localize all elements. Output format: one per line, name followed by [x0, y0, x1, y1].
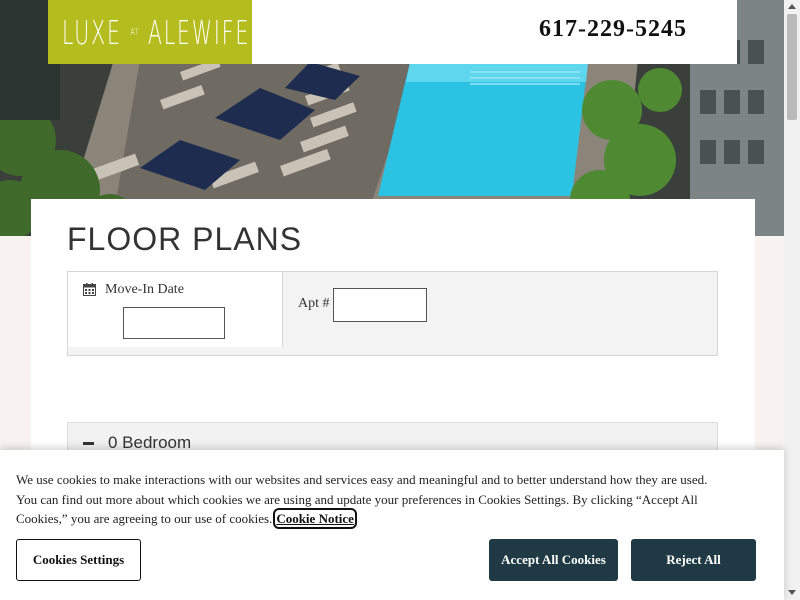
- logo-word-luxe: LUXE: [62, 12, 122, 52]
- scrollbar-thumb[interactable]: [787, 14, 797, 120]
- apartment-filter: Apt #: [283, 272, 717, 355]
- move-in-date-input[interactable]: [123, 307, 225, 339]
- accept-all-cookies-button[interactable]: Accept All Cookies: [489, 539, 618, 581]
- cookies-settings-button[interactable]: Cookies Settings: [16, 539, 141, 581]
- scroll-down-arrow-icon[interactable]: [788, 590, 796, 595]
- brand-logo[interactable]: LUXE AT ALEWIFE: [48, 0, 252, 64]
- move-in-date-label: Move-In Date: [105, 282, 184, 297]
- cookie-message-text: We use cookies to make interactions with…: [16, 472, 708, 526]
- logo-word-alewife: ALEWIFE: [147, 12, 251, 52]
- minus-icon: [83, 442, 94, 445]
- reject-all-button[interactable]: Reject All: [631, 539, 756, 581]
- page-title: FLOOR PLANS: [67, 221, 303, 257]
- move-in-filter: Move-In Date: [68, 272, 283, 347]
- cookie-consent-banner: We use cookies to make interactions with…: [0, 450, 784, 600]
- logo-word-at: AT: [130, 26, 140, 38]
- phone-number-link[interactable]: 617-229-5245: [539, 16, 687, 43]
- cookie-message: We use cookies to make interactions with…: [16, 470, 726, 529]
- cookie-notice-link[interactable]: Cookie Notice: [273, 508, 357, 529]
- site-header: LUXE AT ALEWIFE 617-229-5245: [48, 0, 737, 64]
- page-scrollbar[interactable]: [784, 0, 800, 600]
- logo-wordmark: LUXE AT ALEWIFE: [62, 12, 248, 52]
- scroll-up-arrow-icon[interactable]: [788, 4, 796, 9]
- calendar-icon: [83, 283, 96, 296]
- apt-number-label: Apt #: [298, 296, 330, 311]
- apt-number-input[interactable]: [333, 288, 427, 322]
- filter-panel: Move-In Date Apt #: [67, 271, 718, 356]
